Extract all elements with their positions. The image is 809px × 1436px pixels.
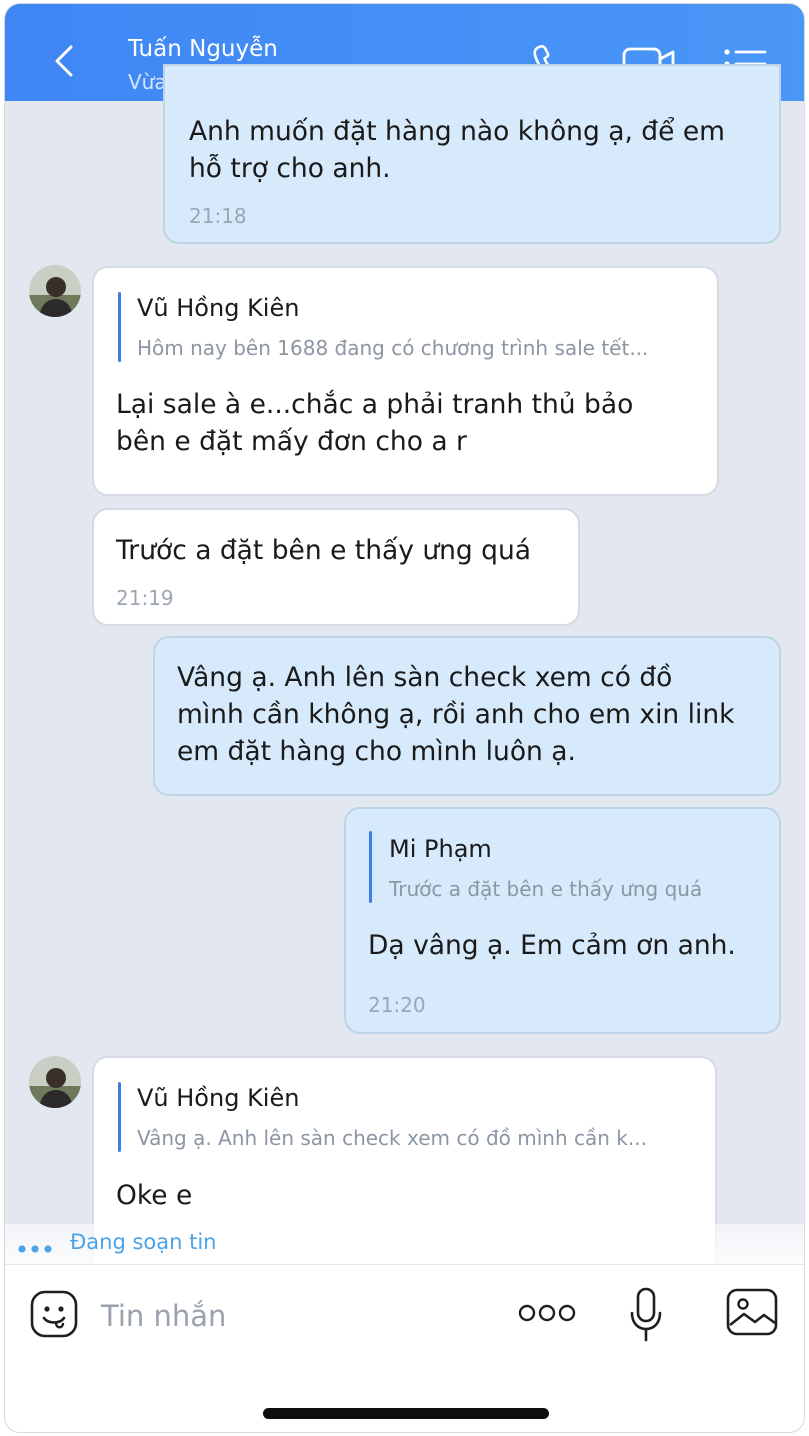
sticker-smile-icon[interactable] [29,1289,79,1339]
avatar-photo-icon [29,265,81,317]
typing-indicator: Đang soạn tin [5,1224,804,1268]
quote-sender-name: Mi Phạm [389,835,492,863]
avatar[interactable] [29,265,81,317]
quote-bar [118,1082,121,1152]
message-input[interactable]: Tin nhắn [101,1299,226,1333]
quote-sender-name: Vũ Hồng Kiên [137,1084,300,1112]
message-bubble-incoming[interactable]: Vũ Hồng Kiên Hôm nay bên 1688 đang có ch… [92,266,719,496]
typing-dots-icon [18,1245,52,1253]
home-indicator[interactable] [263,1408,549,1419]
message-time: 21:20 [368,993,426,1017]
typing-text: Đang soạn tin [70,1230,217,1254]
quote-text: Hôm nay bên 1688 đang có chương trình sa… [137,336,649,360]
message-text: Trước a đặt bên e thấy ưng quá [116,535,532,566]
message-bubble-incoming[interactable]: Trước a đặt bên e thấy ưng quá 21:19 [92,508,580,626]
message-text: Anh muốn đặt hàng nào không ạ, để em hỗ … [189,116,725,184]
message-text: Vâng ạ. Anh lên sàn check xem có đồ mình… [177,662,735,767]
message-time: 21:18 [189,204,247,228]
quote-sender-name: Vũ Hồng Kiên [137,294,300,322]
avatar-photo-icon [29,1056,81,1108]
quote-text: Trước a đặt bên e thấy ưng quá [389,877,703,901]
message-bubble-outgoing[interactable]: Mi Phạm Trước a đặt bên e thấy ưng quá D… [344,807,781,1034]
message-bubble-outgoing[interactable]: Anh muốn đặt hàng nào không ạ, để em hỗ … [163,64,781,244]
message-composer: Tin nhắn [5,1264,804,1432]
avatar[interactable] [29,1056,81,1108]
message-text: Lại sale à e...chắc a phải tranh thủ bảo… [116,389,634,457]
message-bubble-outgoing[interactable]: Vâng ạ. Anh lên sàn check xem có đồ mình… [153,636,781,796]
phone-screen: Tuấn Nguyễn Vừa mới truy cập Anh muốn đặ… [4,3,805,1433]
microphone-icon[interactable] [629,1287,663,1343]
more-dots-icon[interactable] [518,1303,576,1323]
message-time: 21:19 [116,586,174,610]
quote-text: Vâng ạ. Anh lên sàn check xem có đồ mình… [137,1126,647,1150]
chevron-left-icon[interactable] [49,44,79,78]
contact-name[interactable]: Tuấn Nguyễn [128,36,278,62]
message-text: Oke e [116,1180,193,1211]
image-icon[interactable] [725,1287,779,1337]
message-text: Dạ vâng ạ. Em cảm ơn anh. [368,930,736,961]
quote-bar [369,831,372,903]
quote-bar [118,292,121,362]
